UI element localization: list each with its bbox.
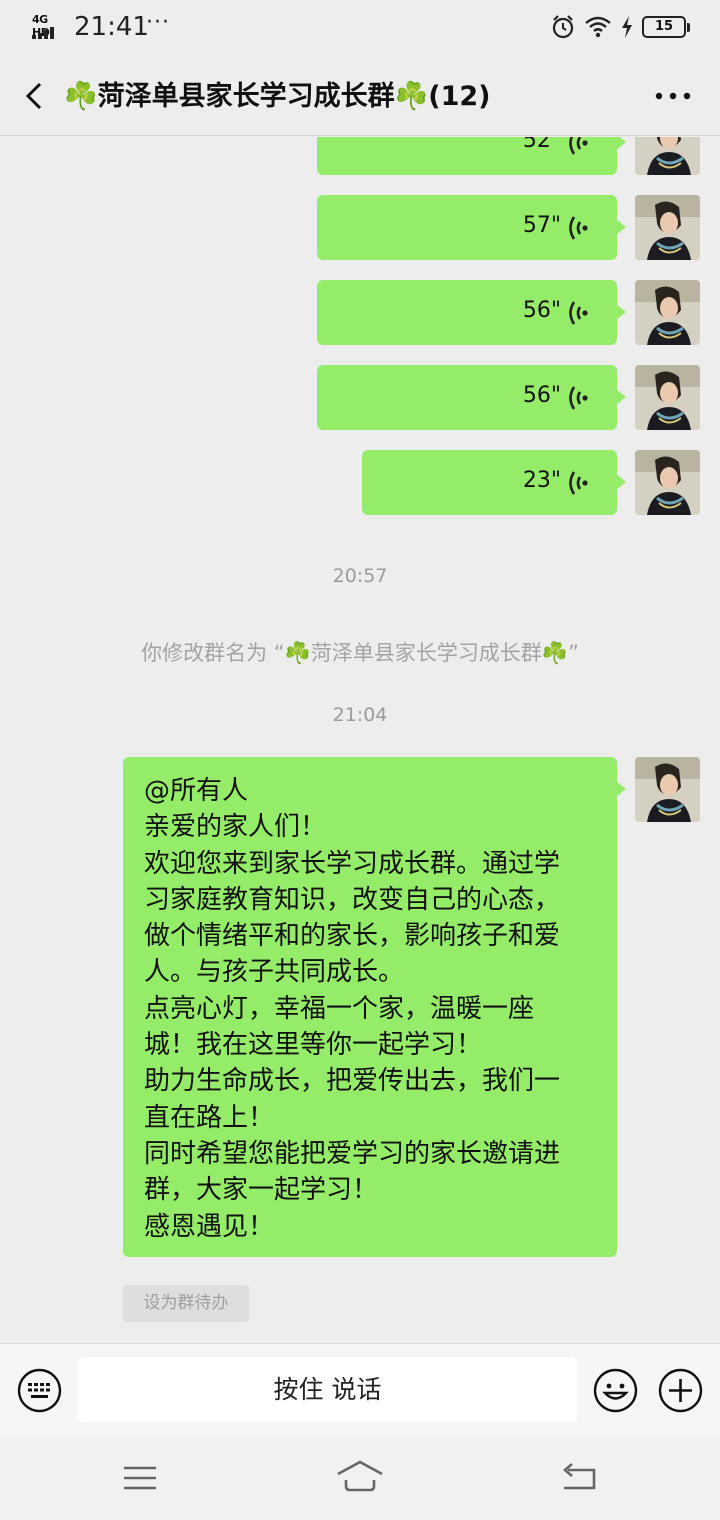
back-arrow-icon: [563, 1463, 596, 1490]
avatar[interactable]: [635, 280, 700, 345]
avatar[interactable]: [635, 137, 700, 175]
avatar[interactable]: [635, 365, 700, 430]
voice-wave-icon: [569, 471, 588, 495]
nav-home-button[interactable]: [334, 1456, 386, 1496]
message-line: 点亮心灯，幸福一个家，温暖一座: [144, 993, 535, 1024]
voice-message[interactable]: 56": [317, 365, 626, 430]
chat-header: ☘️菏泽单县家长学习成长群☘️(12): [0, 56, 720, 136]
emoji-icon: [593, 1368, 638, 1413]
system-nav-bar: [0, 1436, 720, 1520]
message-line: 做个情绪平和的家长，影响孩子和爱: [144, 921, 561, 952]
avatar[interactable]: [635, 450, 700, 515]
timestamp: 20:57: [332, 565, 388, 587]
back-button[interactable]: [16, 76, 56, 116]
voice-wave-icon: [569, 301, 588, 325]
avatar[interactable]: [635, 757, 700, 822]
message-line: 亲爱的家人们！: [144, 812, 327, 843]
avatar-image: [635, 137, 700, 175]
hold-to-talk-button[interactable]: 按住 说话: [78, 1357, 577, 1422]
battery-level: 15: [642, 16, 686, 38]
network-indicator: 4G HD: [32, 13, 68, 41]
emoji-button[interactable]: [593, 1368, 638, 1413]
text-message[interactable]: @所有人 亲爱的家人们！ 欢迎您来到家长学习成长群。通过学 习家庭教育知识，改变…: [123, 757, 626, 1257]
input-bar: 按住 说话: [0, 1343, 720, 1436]
charging-icon: [622, 16, 632, 38]
avatar-image: [635, 450, 700, 515]
message-line: 群，大家一起学习！: [144, 1175, 379, 1206]
status-time: 21:41: [74, 12, 149, 42]
voice-message[interactable]: 23": [362, 450, 626, 515]
message-line: 助力生命成长，把爱传出去，我们一: [144, 1066, 561, 1097]
keyboard-icon: [17, 1368, 62, 1413]
more-functions-button[interactable]: [658, 1368, 703, 1413]
nav-menu-button[interactable]: [116, 1458, 164, 1498]
message-line: 感恩遇见！: [144, 1211, 275, 1242]
avatar-image: [635, 365, 700, 430]
status-dots: ···: [146, 10, 170, 35]
message-line: 直在路上！: [144, 1102, 275, 1133]
voice-duration: 23": [522, 468, 561, 493]
battery-icon: 15: [642, 16, 690, 38]
avatar[interactable]: [635, 195, 700, 260]
voice-message[interactable]: 56": [317, 280, 626, 345]
status-icons: 15: [550, 14, 690, 40]
message-line: @所有人: [144, 776, 249, 806]
chevron-left-icon: [25, 82, 42, 110]
voice-duration: 56": [522, 298, 561, 323]
menu-icon: [124, 1466, 156, 1490]
voice-message[interactable]: 52": [317, 137, 626, 175]
message-line: 同时希望您能把爱学习的家长邀请进: [144, 1138, 561, 1169]
voice-duration: 56": [522, 383, 561, 408]
voice-duration: 52": [522, 137, 561, 153]
set-group-todo-button[interactable]: 设为群待办: [123, 1285, 249, 1322]
message-line: 习家庭教育知识，改变自己的心态，: [144, 884, 561, 915]
avatar-image: [635, 280, 700, 345]
message-line: 人。与孩子共同成长。: [144, 957, 405, 988]
message-line: 城！我在这里等你一起学习！: [144, 1030, 483, 1061]
timestamp: 21:04: [332, 704, 388, 726]
plus-icon: [658, 1368, 703, 1413]
message-line: 欢迎您来到家长学习成长群。通过学: [144, 848, 561, 879]
voice-wave-icon: [569, 216, 588, 240]
voice-message[interactable]: 57": [317, 195, 626, 260]
keyboard-toggle-button[interactable]: [17, 1368, 62, 1413]
avatar-image: [635, 195, 700, 260]
message-list[interactable]: 52" 57" 56" 56" 23" 20:57 你修改群名为 “☘️菏泽单县…: [0, 137, 720, 1343]
more-button[interactable]: [650, 74, 696, 118]
nav-back-button[interactable]: [556, 1458, 604, 1498]
voice-wave-icon: [569, 137, 588, 155]
voice-wave-icon: [569, 386, 588, 410]
status-bar: 4G HD 21:41 ··· 15: [0, 0, 720, 56]
more-icon: [655, 92, 691, 100]
home-icon: [337, 1460, 383, 1492]
system-message: 你修改群名为 “☘️菏泽单县家长学习成长群☘️”: [141, 641, 579, 665]
voice-duration: 57": [522, 213, 561, 238]
avatar-image: [635, 757, 700, 822]
alarm-icon: [552, 15, 574, 39]
signal-icon: [32, 27, 54, 39]
wifi-icon: [585, 16, 611, 38]
chat-title: ☘️菏泽单县家长学习成长群☘️(12): [64, 81, 491, 112]
